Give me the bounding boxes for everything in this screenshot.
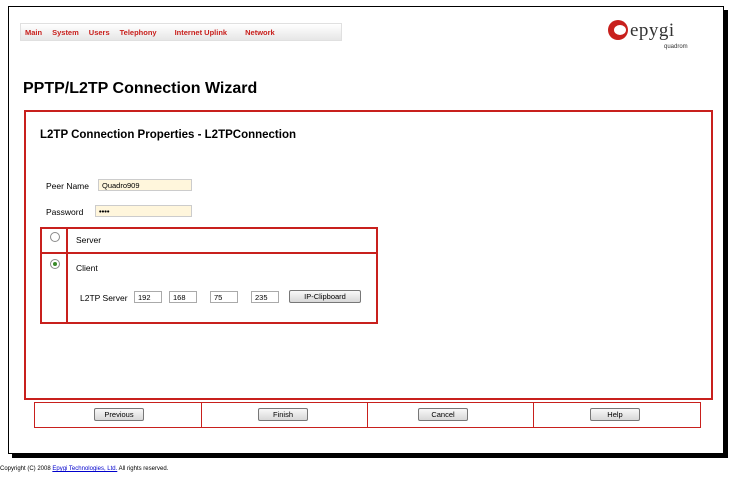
page-title: PPTP/L2TP Connection Wizard (23, 80, 258, 97)
footer-copyright: Copyright (C) 2008 Epygi Technologies, L… (0, 466, 168, 472)
section-title: L2TP Connection Properties - L2TPConnect… (40, 129, 297, 141)
password-field[interactable]: •••• (95, 205, 192, 217)
nav-item-users[interactable]: Users (89, 28, 110, 37)
button-bar-divider (533, 403, 534, 427)
footer-prefix: Copyright (C) 2008 (0, 466, 53, 472)
ip-octet-1[interactable]: 192 (134, 291, 162, 303)
nav-item-telephony[interactable]: Telephony (120, 28, 157, 37)
client-divider (66, 252, 68, 322)
client-radio[interactable] (50, 259, 60, 269)
ip-octet-4[interactable]: 235 (251, 291, 279, 303)
button-bar-divider (367, 403, 368, 427)
footer-suffix: All rights reserved. (117, 466, 169, 472)
server-radio[interactable] (50, 232, 60, 242)
nav-item-internet-uplink[interactable]: Internet Uplink (175, 28, 228, 37)
peer-name-field[interactable] (98, 179, 192, 191)
ip-octet-3[interactable]: 75 (210, 291, 238, 303)
nav-item-main[interactable]: Main (25, 28, 42, 37)
help-button[interactable]: Help (590, 408, 640, 421)
footer-company-link[interactable]: Epygi Technologies, Ltd. (52, 466, 117, 472)
l2tp-server-label: L2TP Server (80, 293, 128, 303)
server-divider (66, 227, 68, 253)
logo-name: epygi (630, 20, 675, 41)
peer-name-label: Peer Name (46, 181, 89, 191)
logo-subtitle: quadrom (664, 44, 688, 50)
ip-octet-2[interactable]: 168 (169, 291, 197, 303)
previous-button[interactable]: Previous (94, 408, 144, 421)
ip-clipboard-button[interactable]: IP-Clipboard (289, 290, 361, 303)
finish-button[interactable]: Finish (258, 408, 308, 421)
client-label: Client (76, 263, 98, 273)
nav-item-system[interactable]: System (52, 28, 79, 37)
top-navigation: Main System Users Telephony Internet Upl… (20, 23, 342, 41)
epygi-logo: epygi quadrom (608, 20, 720, 52)
epygi-logo-mark (608, 20, 628, 40)
button-bar-divider (201, 403, 202, 427)
cancel-button[interactable]: Cancel (418, 408, 468, 421)
password-label: Password (46, 207, 84, 217)
server-label: Server (76, 235, 102, 245)
nav-item-network[interactable]: Network (245, 28, 275, 37)
